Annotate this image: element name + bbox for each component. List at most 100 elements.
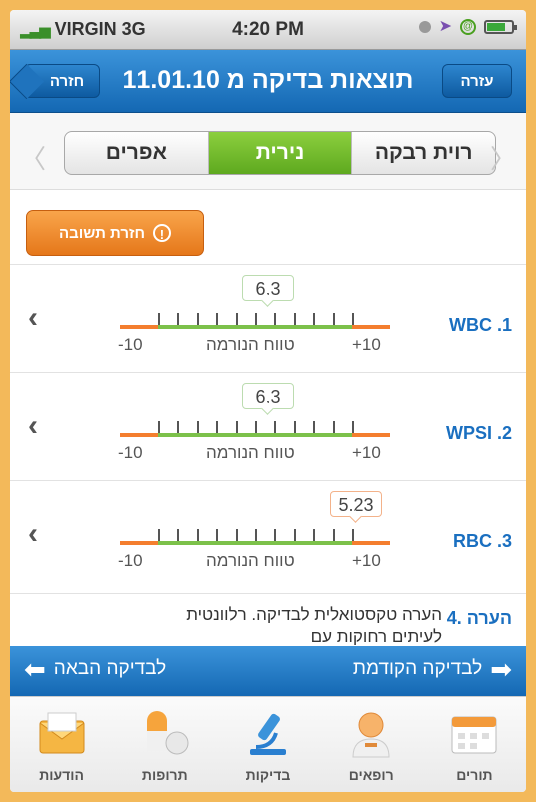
- location-icon: ➤: [438, 18, 452, 35]
- back-label: חזרה: [49, 73, 85, 90]
- scale-tick: [235, 529, 238, 541]
- result-row[interactable]: ‹ 6.3 -10 טווח הנורמה +10 WBC .1: [10, 264, 526, 373]
- scale-tick: [196, 421, 199, 433]
- scale-tick: [196, 313, 199, 325]
- tab-label: תרופות: [141, 767, 188, 783]
- note-text: הערה טקסטואלית לבדיקה. רלוונטית לעיתים ר…: [186, 605, 442, 646]
- tab-messages[interactable]: הודעות: [10, 697, 113, 792]
- scale-tick: [332, 529, 335, 541]
- scale-tick: [216, 421, 219, 433]
- segment-ravit-rivka[interactable]: רוית רבקה: [352, 132, 495, 174]
- range-scale: [120, 309, 390, 335]
- previous-test-button[interactable]: ➡ לבדיקה הקודמת: [352, 654, 512, 684]
- scale-tick: [216, 529, 219, 541]
- chevron-left-icon[interactable]: ‹: [28, 517, 38, 551]
- help-button[interactable]: עזרה: [442, 64, 512, 98]
- scale-tick: [352, 529, 354, 541]
- scale-tick: [313, 529, 316, 541]
- chevron-right-icon[interactable]: 〉: [490, 139, 516, 176]
- scale-tick: [235, 313, 238, 325]
- patient-selector: 〈 אפרים נירית רוית רבקה 〉: [10, 113, 526, 190]
- scale-tick: [352, 421, 354, 433]
- value-bubble: 5.23: [330, 491, 382, 517]
- scale-tick: [235, 421, 238, 433]
- scale-tick: [158, 313, 160, 325]
- chevron-left-icon[interactable]: 〈: [20, 139, 46, 176]
- battery-icon: [484, 20, 517, 34]
- page-title: תוצאות בדיקה מ 11.01.10: [122, 66, 414, 94]
- scale-tick: [332, 421, 335, 433]
- lock-icon: [418, 21, 431, 33]
- result-name: WBC .1: [449, 315, 512, 335]
- help-label: עזרה: [460, 73, 494, 90]
- chevron-left-icon[interactable]: ‹: [28, 409, 38, 443]
- exclamation-icon: !: [152, 224, 171, 242]
- tab-label: רופאים: [348, 767, 394, 783]
- max-label: +10: [352, 443, 381, 462]
- scale-tick: [255, 529, 257, 541]
- norm-label: טווח הנורמה: [206, 335, 295, 354]
- tab-medications[interactable]: תרופות: [113, 697, 216, 792]
- status-bar: ▂▃▅ VIRGIN 3G 4:20 PM ➤ @: [10, 10, 526, 50]
- segment-efraim[interactable]: אפרים: [65, 132, 209, 174]
- result-row[interactable]: ‹ 6.3 -10 טווח הנורמה +10 WPSI .2: [10, 372, 526, 481]
- microscope-icon: [250, 713, 286, 755]
- tab-bar: הודעות תרופות בדיקות רופאים תורים: [10, 696, 526, 792]
- pills-icon: [146, 711, 189, 755]
- response-return-button[interactable]: ! חזרת תשובה: [26, 210, 204, 256]
- scale-tick: [274, 421, 277, 433]
- tab-label: בדיקות: [245, 767, 291, 783]
- chevron-left-icon[interactable]: ‹: [28, 301, 38, 335]
- scale-tick: [293, 421, 296, 433]
- tab-doctors[interactable]: רופאים: [320, 697, 423, 792]
- phone-screen: ▂▃▅ VIRGIN 3G 4:20 PM ➤ @ חזרה תוצאות בדי…: [10, 10, 526, 792]
- range-scale: [120, 417, 390, 443]
- segment-nirit[interactable]: נירית: [208, 132, 353, 174]
- result-pager: לבדיקה הבאה ⬅ ➡ לבדיקה הקודמת: [10, 646, 526, 696]
- patient-segmented-control: אפרים נירית רוית רבקה: [64, 131, 496, 175]
- norm-label: טווח הנורמה: [206, 443, 295, 462]
- range-scale: [120, 525, 390, 551]
- note-row[interactable]: הערה טקסטואלית לבדיקה. רלוונטית לעיתים ר…: [10, 593, 526, 646]
- result-row[interactable]: ‹ 5.23 -10 טווח הנורמה +10 RBC .3: [10, 480, 526, 589]
- result-name: RBC .3: [452, 531, 512, 551]
- previous-test-label: לבדיקה הקודמת: [352, 658, 483, 679]
- scale-tick: [293, 529, 296, 541]
- min-label: -10: [118, 335, 143, 354]
- norm-label: טווח הנורמה: [206, 551, 295, 570]
- scale-tick: [274, 313, 277, 325]
- scale-tick: [293, 313, 296, 325]
- scale-tick: [255, 313, 257, 325]
- max-label: +10: [352, 335, 381, 354]
- scale-tick: [255, 421, 257, 433]
- next-test-button[interactable]: לבדיקה הבאה ⬅: [24, 654, 167, 684]
- navigation-bar: חזרה תוצאות בדיקה מ 11.01.10 עזרה: [10, 50, 526, 113]
- response-return-label: חזרת תשובה: [59, 224, 145, 242]
- min-label: -10: [118, 443, 143, 462]
- arrow-right-icon: ➡: [490, 654, 512, 684]
- max-label: +10: [352, 551, 381, 570]
- scale-tick: [274, 529, 277, 541]
- status-icons: ➤ @: [418, 18, 517, 35]
- result-name: WPSI .2: [445, 423, 512, 443]
- tab-appointments[interactable]: תורים: [423, 697, 526, 792]
- scale-tick: [196, 529, 199, 541]
- note-name: 4. הערה: [446, 608, 512, 628]
- scale-tick: [177, 529, 180, 541]
- envelope-icon: [39, 712, 85, 754]
- back-button[interactable]: חזרה: [24, 64, 100, 98]
- sync-icon: @: [460, 19, 476, 35]
- scale-tick: [158, 421, 160, 433]
- arrow-left-icon: ⬅: [24, 654, 46, 684]
- next-test-label: לבדיקה הבאה: [53, 658, 167, 679]
- scale-tick: [332, 313, 335, 325]
- scale-tick: [352, 313, 354, 325]
- scale-tick: [177, 313, 180, 325]
- scale-tick: [313, 421, 316, 433]
- tab-label: הודעות: [39, 767, 84, 783]
- scale-tick: [158, 529, 160, 541]
- tab-tests[interactable]: בדיקות: [216, 697, 319, 792]
- tab-label: תורים: [456, 767, 493, 783]
- scale-tick: [177, 421, 180, 433]
- scale-tick: [313, 313, 316, 325]
